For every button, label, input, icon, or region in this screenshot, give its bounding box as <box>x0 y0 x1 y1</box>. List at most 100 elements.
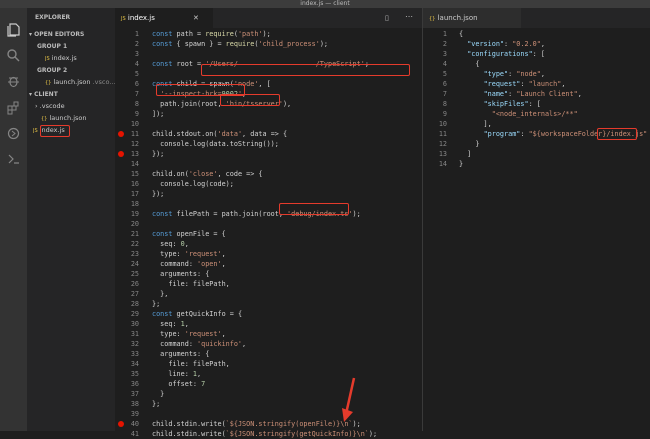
line-number: 12 <box>130 140 139 148</box>
git-icon[interactable] <box>6 126 21 141</box>
highlight-box <box>279 203 349 215</box>
line-number: 10 <box>130 120 139 128</box>
tab-label: launch.json <box>437 14 478 22</box>
line-number: 25 <box>130 270 139 278</box>
group1-label: GROUP 1 <box>37 43 68 50</box>
line-number: 9 <box>442 110 447 118</box>
activity-bar <box>0 8 27 431</box>
line-number: 26 <box>130 280 139 288</box>
close-icon[interactable]: ✕ <box>193 8 199 28</box>
code-text: } <box>152 390 165 398</box>
code-text: const openFile = { <box>152 230 226 238</box>
json-file-icon: {} <box>429 16 436 22</box>
line-number: 32 <box>130 340 139 348</box>
files-icon[interactable] <box>6 22 21 37</box>
code-text: type: 'request', <box>152 250 226 258</box>
line-number: 12 <box>438 140 447 148</box>
explorer-title: EXPLORER <box>35 14 71 21</box>
code-text: } <box>459 140 480 148</box>
line-number: 37 <box>130 390 139 398</box>
editor-tabbar: JS index.js ✕ ▯ ⋯ <box>115 8 422 28</box>
code-text: const path = require('path'); <box>152 30 271 38</box>
code-text: "<node_internals>/**" <box>491 110 578 118</box>
folder-label: .vscode <box>39 102 65 110</box>
code-text: ] <box>459 150 472 158</box>
explorer-sidebar: EXPLORER ▾ OPEN EDITORS GROUP 1 JS index… <box>27 8 117 431</box>
code-text: arguments: { <box>152 270 210 278</box>
tab-launch-json[interactable]: {} launch.json <box>423 8 521 28</box>
client-folder-section[interactable]: ▾ CLIENT <box>27 89 117 100</box>
line-number: 5 <box>134 70 139 78</box>
group2-label: GROUP 2 <box>37 67 68 74</box>
open-editors-label: OPEN EDITORS <box>34 31 85 38</box>
line-number: 15 <box>130 170 139 178</box>
line-number: 1 <box>134 30 139 38</box>
code-text: const { spawn } = require('child_process… <box>152 40 328 48</box>
line-number: 3 <box>442 50 447 58</box>
line-number: 6 <box>134 80 139 88</box>
breakpoint-icon[interactable] <box>118 131 124 137</box>
line-number: 11 <box>438 130 447 138</box>
line-number: 19 <box>130 210 139 218</box>
code-text: command: 'quickinfo', <box>152 340 247 348</box>
code-text: file: filePath, <box>152 360 230 368</box>
line-number: 21 <box>130 230 139 238</box>
line-number: 30 <box>130 320 139 328</box>
line-number: 8 <box>442 100 447 108</box>
json-file-icon: {} <box>45 80 52 86</box>
line-number: 14 <box>130 160 139 168</box>
line-number: 33 <box>130 350 139 358</box>
line-number: 39 <box>130 410 139 418</box>
editor-launch-json[interactable]: {} launch.json 1{2 "version": "0.2.0", 3 … <box>422 8 650 431</box>
line-number: 38 <box>130 400 139 408</box>
code-text: "request": "launch", <box>483 80 566 88</box>
editor-index-js[interactable]: JS index.js ✕ ▯ ⋯ 1 const path = require(… <box>115 8 422 438</box>
line-number: 29 <box>130 310 139 318</box>
tab-label: index.js <box>127 14 155 22</box>
line-number: 20 <box>130 220 139 228</box>
js-file-icon: JS <box>33 128 38 134</box>
js-file-icon: JS <box>121 16 126 22</box>
tab-index-js[interactable]: JS index.js ✕ <box>115 8 213 28</box>
line-number: 6 <box>442 80 447 88</box>
open-editor-label: launch.json <box>53 78 91 86</box>
code-text: "type": "node", <box>483 70 545 78</box>
editor-tabbar: {} launch.json <box>423 8 650 28</box>
line-number: 2 <box>442 40 447 48</box>
annotation-arrow-icon <box>342 377 356 422</box>
code-text: child.stdout.on('data', data => { <box>152 130 288 138</box>
split-editor-icon[interactable]: ▯ <box>385 14 389 22</box>
code-text: "version": "0.2.0", <box>467 40 545 48</box>
code-text: console.log(data.toString()); <box>152 140 279 148</box>
code-text: "name": "Launch Client", <box>483 90 582 98</box>
file-label: launch.json <box>49 114 87 122</box>
code-text: "skipFiles": [ <box>483 100 541 108</box>
open-editors-section[interactable]: ▾ OPEN EDITORS <box>27 29 117 40</box>
debug-icon[interactable] <box>6 74 21 89</box>
code-text: child.stdin.write(`${JSON.stringify(open… <box>152 420 361 428</box>
line-number: 8 <box>134 100 139 108</box>
line-number: 24 <box>130 260 139 268</box>
code-text: line: 1, <box>152 370 202 378</box>
line-number: 5 <box>442 70 447 78</box>
highlight-box <box>201 64 410 76</box>
breakpoint-icon[interactable] <box>118 151 124 157</box>
highlight-box <box>220 94 280 106</box>
code-text: seq: 1, <box>152 320 189 328</box>
vscode-folder[interactable]: › .vscode <box>35 101 123 112</box>
line-number: 28 <box>130 300 139 308</box>
code-text: }, <box>152 290 169 298</box>
line-number: 16 <box>130 180 139 188</box>
line-number: 7 <box>442 90 447 98</box>
more-actions-icon[interactable]: ⋯ <box>405 12 413 21</box>
breakpoint-icon[interactable] <box>118 421 124 427</box>
remote-icon[interactable] <box>6 152 21 167</box>
line-number: 35 <box>130 370 139 378</box>
code-text: console.log(code); <box>152 180 234 188</box>
line-number: 31 <box>130 330 139 338</box>
json-file-icon: {} <box>41 116 48 122</box>
search-icon[interactable] <box>6 48 21 63</box>
extensions-icon[interactable] <box>6 100 21 115</box>
line-number: 7 <box>134 90 139 98</box>
code-text: } <box>459 160 464 168</box>
